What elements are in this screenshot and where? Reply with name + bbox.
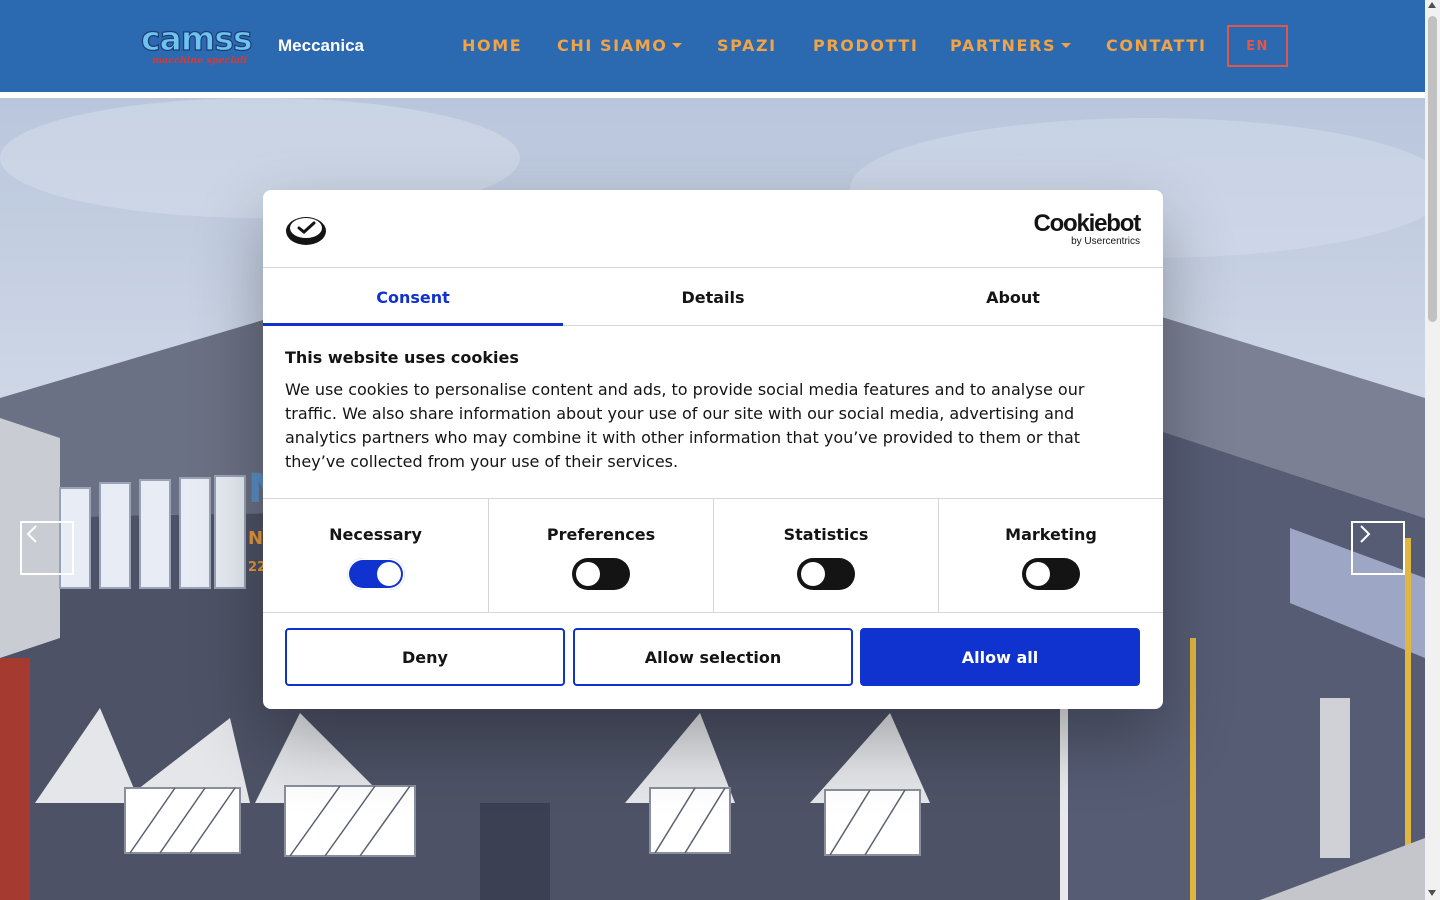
brand-name: Meccanica [278, 36, 364, 55]
cookiebot-subtext: by Usercentrics [1071, 236, 1140, 247]
nav-label: HOME [462, 36, 523, 55]
caret-down-icon [1061, 43, 1072, 48]
statistics-switch[interactable] [797, 558, 855, 590]
toggle-marketing: Marketing [938, 499, 1163, 613]
slider-next-button[interactable] [1351, 521, 1405, 575]
scroll-down-arrow-icon[interactable] [1428, 890, 1436, 896]
nav-item-home[interactable]: HOME [462, 36, 522, 55]
company-logo[interactable]: camss macchine speciali [140, 22, 266, 66]
nav-item-partners[interactable]: PARTNERS [950, 36, 1072, 55]
nav-label: CONTATTI [1106, 36, 1207, 55]
logo-wordmark: camss [141, 22, 252, 58]
switch-knob [576, 562, 600, 586]
tab-details[interactable]: Details [563, 269, 863, 325]
cookiebot-wordmark: Cookiebot [1033, 210, 1141, 237]
switch-knob [1026, 562, 1050, 586]
site-header: camss macchine speciali Meccanica HOME C… [0, 0, 1425, 92]
slider-prev-button[interactable] [20, 521, 74, 575]
nav-label: PARTNERS [950, 36, 1057, 55]
toggle-label: Marketing [1005, 525, 1097, 544]
nav-item-spazi[interactable]: SPAZI [717, 36, 777, 55]
dialog-tabs: Consent Details About [263, 269, 1163, 326]
dialog-body: This website uses cookies We use cookies… [285, 348, 1115, 474]
nav-item-chi-siamo[interactable]: CHI SIAMO [557, 36, 683, 55]
dialog-title: This website uses cookies [285, 348, 519, 367]
caret-down-icon [672, 43, 683, 48]
tab-about[interactable]: About [863, 269, 1163, 325]
marketing-switch[interactable] [1022, 558, 1080, 590]
hero-subtitle: N [248, 528, 264, 549]
cookie-consent-dialog: Cookiebot by Usercentrics Consent Detail… [263, 190, 1163, 709]
toggle-preferences: Preferences [488, 499, 713, 613]
language-button[interactable]: EN [1227, 25, 1288, 67]
toggle-label: Statistics [783, 525, 869, 544]
chevron-left-icon [26, 525, 37, 543]
necessary-switch[interactable] [346, 558, 405, 590]
dialog-header: Cookiebot by Usercentrics [263, 190, 1163, 268]
allow-all-button[interactable]: Allow all [860, 628, 1140, 686]
nav-item-prodotti[interactable]: PRODOTTI [813, 36, 918, 55]
switch-knob [376, 562, 401, 586]
page-scrollbar[interactable] [1425, 0, 1440, 900]
toggle-label: Necessary [329, 525, 422, 544]
toggle-label: Preferences [546, 525, 656, 544]
cookiebot-mark-icon [286, 217, 326, 245]
dialog-description: We use cookies to personalise content an… [285, 380, 1085, 471]
switch-knob [801, 562, 825, 586]
deny-button[interactable]: Deny [285, 628, 565, 686]
scrollbar-thumb[interactable] [1428, 16, 1437, 322]
nav-label: SPAZI [717, 36, 777, 55]
nav-label: CHI SIAMO [557, 36, 668, 55]
preferences-switch[interactable] [572, 558, 630, 590]
cookiebot-logo[interactable]: Cookiebot by Usercentrics [1033, 210, 1141, 248]
tab-consent[interactable]: Consent [263, 269, 563, 326]
chevron-right-icon [1360, 525, 1371, 543]
toggle-necessary: Necessary [263, 499, 488, 613]
consent-toggles: Necessary Preferences Statistics Marketi… [263, 498, 1163, 613]
scroll-up-arrow-icon[interactable] [1428, 2, 1436, 8]
nav-item-contatti[interactable]: CONTATTI [1106, 36, 1207, 55]
allow-selection-button[interactable]: Allow selection [573, 628, 853, 686]
logo-image: camss macchine speciali [140, 22, 253, 66]
toggle-statistics: Statistics [713, 499, 938, 613]
nav-label: PRODOTTI [813, 36, 919, 55]
logo-tagline: macchine speciali [152, 55, 248, 66]
